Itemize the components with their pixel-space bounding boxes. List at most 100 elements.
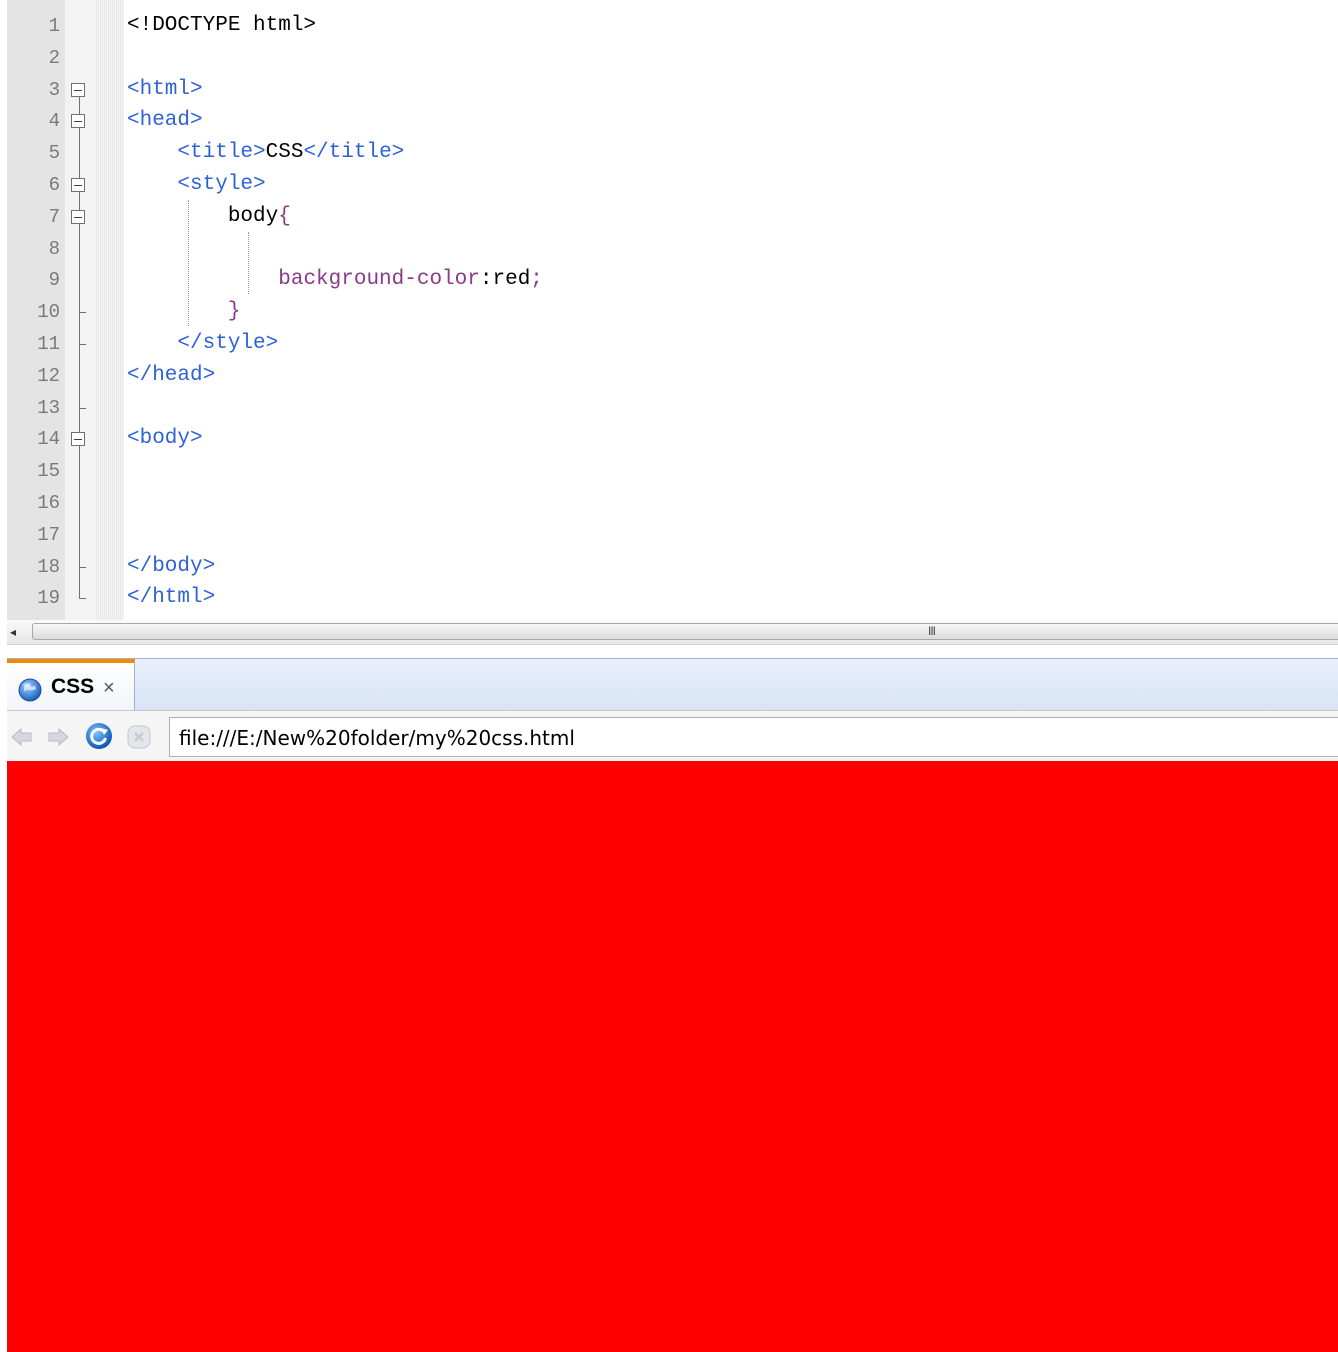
code-line[interactable]: 7 body{ bbox=[0, 201, 1338, 233]
code-editor[interactable]: 1 <!DOCTYPE html> 2 3 <html> 4 <head> 5 <title>… bbox=[0, 0, 1338, 620]
code-token-plain: red bbox=[492, 268, 531, 292]
code-text: } bbox=[127, 296, 241, 328]
code-token-tag: <title> bbox=[177, 141, 266, 165]
window-edge bbox=[0, 0, 7, 1352]
fold-toggle-icon[interactable] bbox=[71, 82, 85, 97]
code-text: <!DOCTYPE html> bbox=[127, 10, 316, 42]
scrollbar-grip: III bbox=[928, 624, 936, 638]
code-line[interactable]: 6 <style> bbox=[0, 169, 1338, 201]
code-line[interactable]: 11 </style> bbox=[0, 328, 1338, 360]
code-token-tag: </html> bbox=[127, 586, 216, 610]
line-number: 9 bbox=[48, 269, 60, 292]
scroll-left-arrow[interactable]: ◂ bbox=[10, 624, 16, 640]
line-number: 3 bbox=[48, 78, 60, 101]
fold-toggle-icon[interactable] bbox=[71, 209, 85, 224]
browser-tab-bar: CSS × bbox=[7, 658, 1338, 711]
code-line[interactable]: 13 bbox=[0, 392, 1338, 424]
fold-end-marker bbox=[79, 407, 86, 409]
fold-toggle-icon[interactable] bbox=[71, 432, 85, 447]
code-token-tag: <html> bbox=[127, 77, 203, 101]
line-number: 5 bbox=[48, 142, 60, 165]
code-line[interactable]: 8 bbox=[0, 233, 1338, 265]
code-token-tag: <head> bbox=[127, 109, 203, 133]
scrollbar-thumb[interactable]: III bbox=[32, 623, 1338, 640]
code-line[interactable]: 4 <head> bbox=[0, 105, 1338, 137]
close-icon[interactable]: × bbox=[103, 677, 115, 700]
code-line[interactable]: 15 bbox=[0, 455, 1338, 487]
code-token-tag: </style> bbox=[177, 332, 279, 355]
code-line[interactable]: 1 <!DOCTYPE html> bbox=[0, 10, 1338, 42]
code-text: <html> bbox=[127, 74, 203, 106]
code-line[interactable]: 17 bbox=[0, 519, 1338, 551]
line-number: 12 bbox=[37, 364, 60, 387]
code-text: <title>CSS</title> bbox=[127, 137, 404, 169]
line-number: 6 bbox=[48, 174, 60, 196]
code-text: </body> bbox=[127, 551, 215, 583]
fold-end-marker bbox=[79, 312, 86, 314]
code-text: body{ bbox=[127, 201, 291, 233]
fold-toggle-icon[interactable] bbox=[71, 178, 85, 192]
code-token-brace: { bbox=[278, 204, 291, 228]
globe-icon bbox=[18, 678, 42, 702]
line-number: 18 bbox=[37, 555, 60, 578]
tab-css[interactable]: CSS × bbox=[7, 659, 135, 711]
forward-arrow-icon[interactable] bbox=[45, 724, 71, 750]
line-number: 17 bbox=[37, 523, 60, 546]
code-line[interactable]: 18 </body> bbox=[0, 551, 1338, 583]
code-text: background-color:red; bbox=[127, 264, 543, 296]
horizontal-scrollbar[interactable]: ◂ III bbox=[0, 620, 1338, 645]
code-line[interactable]: 14 <body> bbox=[0, 423, 1338, 455]
back-arrow-icon[interactable] bbox=[9, 724, 35, 750]
code-text: <head> bbox=[127, 105, 203, 137]
line-number: 2 bbox=[48, 46, 60, 69]
code-line[interactable]: 3 <html> bbox=[0, 74, 1338, 106]
code-text: <body> bbox=[127, 423, 203, 455]
indent-guide bbox=[248, 232, 249, 294]
fold-end-marker bbox=[79, 598, 86, 600]
refresh-icon[interactable] bbox=[85, 722, 113, 750]
tab-title: CSS bbox=[51, 675, 95, 698]
code-text: </style> bbox=[127, 328, 278, 360]
line-number: 8 bbox=[48, 237, 60, 260]
code-line[interactable]: 10 } bbox=[0, 296, 1338, 328]
line-number: 4 bbox=[48, 110, 60, 133]
line-number: 16 bbox=[37, 492, 60, 514]
line-number: 7 bbox=[48, 205, 60, 228]
code-token-tag: <body> bbox=[127, 427, 203, 451]
fold-toggle-icon[interactable] bbox=[71, 114, 85, 129]
code-text: </head> bbox=[127, 360, 215, 392]
browser-navigation-bar: file:///E:/New%20folder/my%20css.html bbox=[7, 710, 1338, 761]
code-token-plain: body bbox=[227, 204, 279, 228]
address-bar[interactable]: file:///E:/New%20folder/my%20css.html bbox=[169, 717, 1338, 757]
code-token-plain: : bbox=[479, 268, 493, 292]
line-number: 11 bbox=[37, 333, 60, 355]
code-token-tag: <style> bbox=[177, 173, 266, 196]
code-line[interactable]: 9 background-color:red; bbox=[0, 264, 1338, 296]
line-number: 19 bbox=[37, 587, 60, 610]
code-text: <style> bbox=[127, 169, 266, 201]
code-line[interactable]: 19 </html> bbox=[0, 582, 1338, 614]
code-line[interactable]: 12 </head> bbox=[0, 360, 1338, 392]
code-token-tag: </body> bbox=[127, 554, 216, 578]
stop-icon[interactable] bbox=[126, 724, 152, 750]
code-token-prop: ; bbox=[530, 268, 543, 292]
code-line[interactable]: 2 bbox=[0, 42, 1338, 74]
code-line[interactable]: 5 <title>CSS</title> bbox=[0, 137, 1338, 169]
address-url: file:///E:/New%20folder/my%20css.html bbox=[179, 726, 575, 750]
line-number: 15 bbox=[37, 460, 60, 483]
code-line[interactable]: 16 bbox=[0, 487, 1338, 519]
code-token-brace: } bbox=[227, 300, 241, 324]
line-number: 13 bbox=[37, 396, 60, 419]
indent-guide bbox=[188, 200, 189, 326]
code-text: </html> bbox=[127, 582, 215, 614]
code-token-tag: </title> bbox=[303, 141, 405, 165]
fold-end-marker bbox=[79, 344, 86, 345]
line-number: 10 bbox=[37, 301, 60, 324]
rendered-page bbox=[7, 761, 1338, 1352]
